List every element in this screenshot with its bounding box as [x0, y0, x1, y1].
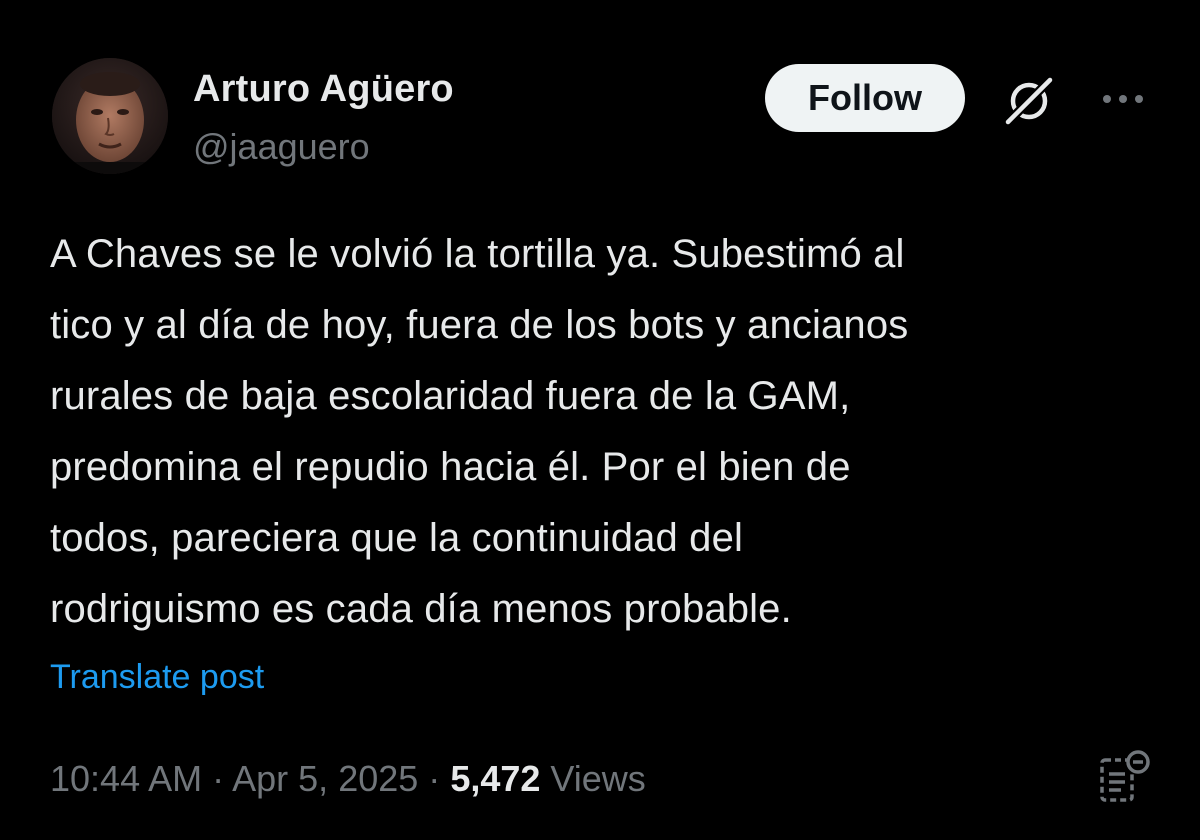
- post-date[interactable]: Apr 5, 2025: [232, 758, 418, 799]
- post-text-line: todos, pareciera que la continuidad del: [50, 516, 743, 560]
- post-text: A Chaves se le volvió la tortilla ya. Su…: [50, 219, 1160, 645]
- more-horizontal-icon[interactable]: [1098, 86, 1148, 112]
- views-count: 5,472: [450, 758, 541, 799]
- views-label: Views: [550, 758, 646, 799]
- post-text-line: rurales de baja escolaridad fuera de la …: [50, 374, 851, 418]
- post-time[interactable]: 10:44 AM: [50, 758, 202, 799]
- post-text-line: predomina el repudio hacia él. Por el bi…: [50, 445, 851, 489]
- follow-button[interactable]: Follow: [765, 64, 965, 132]
- translate-post-link[interactable]: Translate post: [50, 658, 264, 697]
- grok-icon[interactable]: [1000, 72, 1058, 130]
- post-card: Arturo Agüero @jaaguero Follow A Chaves …: [0, 0, 1200, 840]
- author-handle[interactable]: @jaaguero: [193, 126, 370, 168]
- post-text-line: rodriguismo es cada día menos probable.: [50, 587, 792, 631]
- post-text-line: A Chaves se le volvió la tortilla ya. Su…: [50, 232, 905, 276]
- author-name[interactable]: Arturo Agüero: [193, 68, 454, 111]
- post-analytics-icon[interactable]: [1094, 748, 1156, 810]
- post-text-line: tico y al día de hoy, fuera de los bots …: [50, 303, 909, 347]
- meta-separator: ·: [212, 758, 225, 799]
- meta-separator: ·: [428, 758, 441, 799]
- avatar[interactable]: [52, 58, 168, 174]
- post-meta: 10:44 AM · Apr 5, 2025 · 5,472 Views: [50, 758, 646, 800]
